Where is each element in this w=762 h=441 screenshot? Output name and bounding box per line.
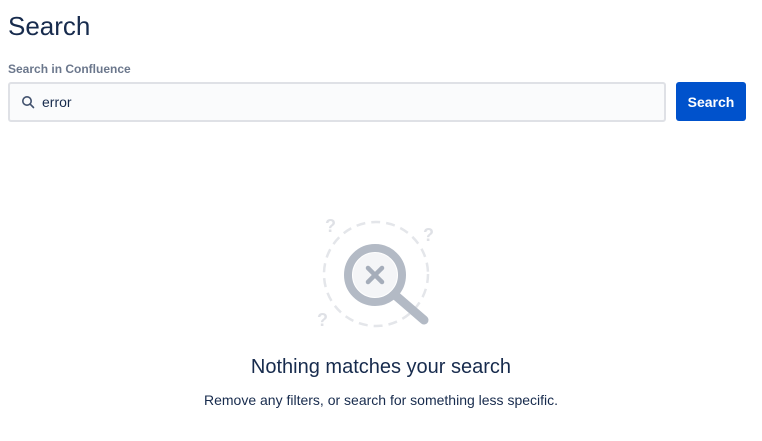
search-icon (21, 95, 35, 109)
svg-text:?: ? (423, 225, 434, 245)
no-results-magnifier-icon: ? ? ? (316, 216, 440, 332)
search-page: Search Search in Confluence Search ? ? ? (0, 0, 762, 441)
search-box[interactable] (8, 82, 666, 122)
svg-text:?: ? (325, 216, 336, 236)
svg-text:?: ? (317, 310, 328, 330)
search-field-label: Search in Confluence (8, 62, 131, 76)
page-title: Search (8, 11, 91, 41)
empty-state-description: Remove any filters, or search for someth… (203, 392, 559, 408)
search-button[interactable]: Search (676, 82, 746, 121)
empty-state-title: Nothing matches your search (250, 356, 512, 378)
search-input[interactable] (42, 84, 642, 120)
